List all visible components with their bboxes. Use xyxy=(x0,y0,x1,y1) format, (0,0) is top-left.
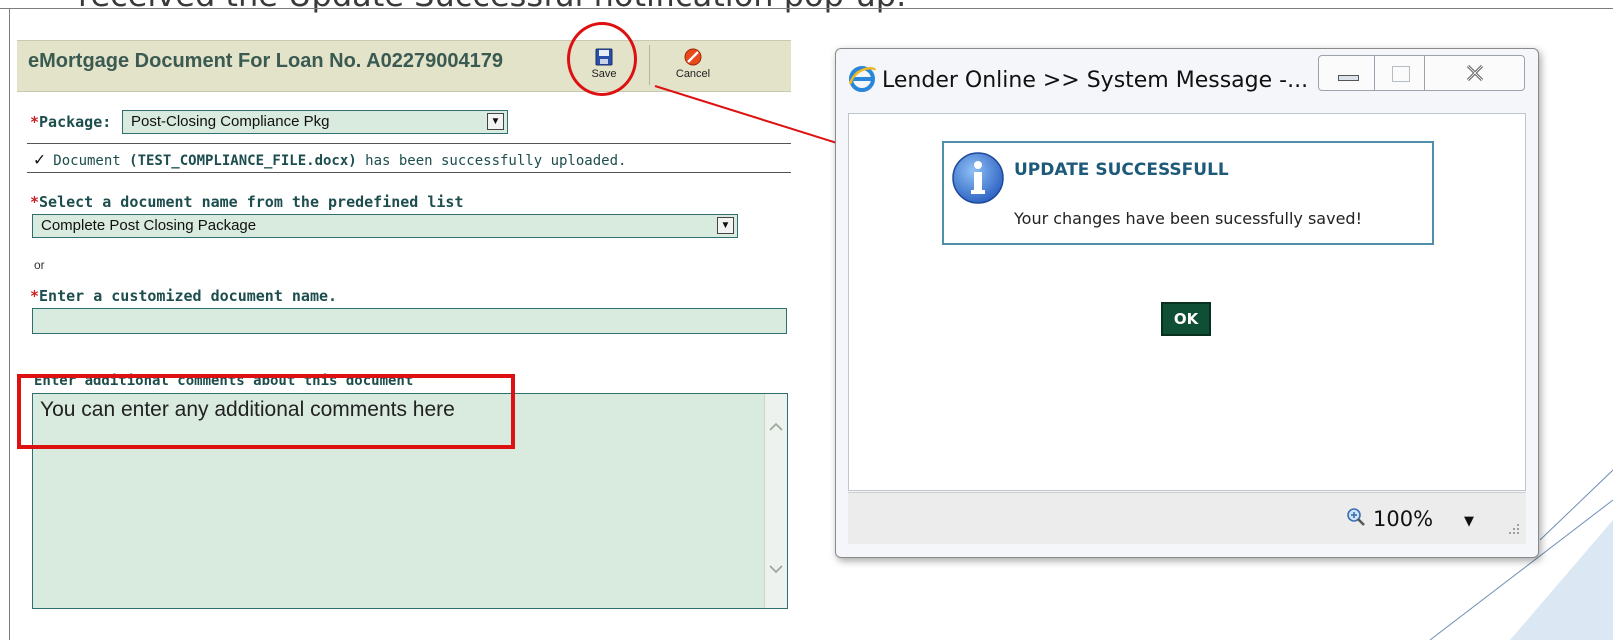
close-button[interactable] xyxy=(1425,55,1525,91)
zoom-icon xyxy=(1347,508,1365,526)
zoom-level[interactable]: 100% xyxy=(1373,507,1433,531)
resize-grip-icon[interactable] xyxy=(1506,522,1520,536)
message-title: UPDATE SUCCESSFULL xyxy=(1014,160,1229,180)
message-text: Your changes have been sucessfully saved… xyxy=(1014,209,1362,228)
message-box xyxy=(942,141,1434,245)
info-icon xyxy=(952,152,1004,204)
close-icon xyxy=(1466,64,1484,82)
minimize-button[interactable] xyxy=(1318,55,1375,91)
window-title: Lender Online >> System Message -... xyxy=(882,68,1309,93)
internet-explorer-icon xyxy=(848,66,877,92)
ok-button[interactable]: OK xyxy=(1161,302,1211,336)
zoom-dropdown-icon[interactable]: ▼ xyxy=(1464,514,1474,529)
maximize-button[interactable] xyxy=(1375,55,1425,91)
maximize-icon xyxy=(1392,66,1410,82)
minimize-icon xyxy=(1338,75,1359,81)
